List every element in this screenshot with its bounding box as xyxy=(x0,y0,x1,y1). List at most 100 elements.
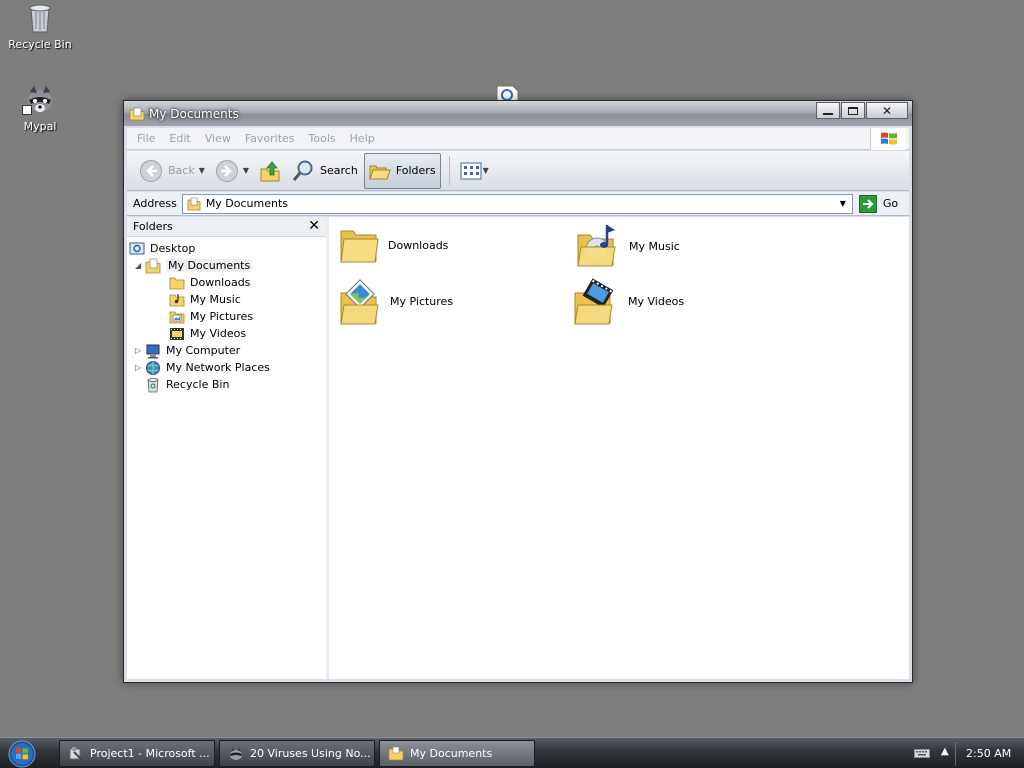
back-dropdown-icon[interactable]: ▼ xyxy=(199,166,205,175)
address-dropdown-icon[interactable]: ▼ xyxy=(836,197,850,211)
close-pane-icon[interactable]: ✕ xyxy=(308,218,320,234)
task-button-project1[interactable]: Project1 - Microsoft ... xyxy=(59,740,215,767)
explorer-window[interactable]: My Documents ✕ File Edit View Favorites … xyxy=(123,100,913,683)
task-label: My Documents xyxy=(410,747,493,760)
menu-tools[interactable]: Tools xyxy=(309,132,336,145)
item-label: My Pictures xyxy=(390,294,454,308)
item-label: My Videos xyxy=(628,294,685,308)
expand-icon[interactable]: ▷ xyxy=(135,346,145,355)
folders-label: Folders xyxy=(395,164,436,177)
menu-favorites[interactable]: Favorites xyxy=(245,132,295,145)
desktop-icon-label: Recycle Bin xyxy=(8,38,72,51)
menu-help[interactable]: Help xyxy=(350,132,375,145)
taskbar: Project1 - Microsoft ... 20 Viruses Usin… xyxy=(0,737,1024,768)
title-bar[interactable]: My Documents ✕ xyxy=(124,101,912,126)
views-dropdown-icon[interactable]: ▼ xyxy=(483,166,489,175)
document-ie-icon[interactable] xyxy=(496,85,520,102)
up-folder-button[interactable] xyxy=(255,153,285,189)
tree-item-my-documents[interactable]: ◢ My Documents xyxy=(135,257,253,274)
window-content: Folders ✕ Desktop ◢ My Documents Downloa… xyxy=(127,217,909,679)
menu-file[interactable]: File xyxy=(137,132,155,145)
windows-logo-icon xyxy=(870,128,906,150)
back-label: Back xyxy=(168,164,195,177)
vb-project-icon xyxy=(69,746,83,761)
address-bar: Address My Documents ▼ Go xyxy=(127,192,909,216)
clock[interactable]: 2:50 AM xyxy=(966,747,1011,760)
close-button[interactable]: ✕ xyxy=(866,102,908,119)
forward-dropdown-icon[interactable]: ▼ xyxy=(243,166,249,175)
search-icon xyxy=(292,160,313,181)
tree-item-downloads[interactable]: Downloads xyxy=(169,274,250,291)
my-documents-icon xyxy=(187,197,201,210)
computer-icon xyxy=(146,344,160,358)
browser-icon xyxy=(230,746,242,760)
menu-edit[interactable]: Edit xyxy=(169,132,190,145)
show-hidden-icons-icon[interactable]: ▲ xyxy=(941,746,949,757)
my-documents-icon xyxy=(145,258,161,273)
recycle-bin-icon xyxy=(29,4,51,33)
task-label: Project1 - Microsoft ... xyxy=(90,747,210,760)
tree-item-my-network-places[interactable]: ▷ My Network Places xyxy=(135,359,270,376)
forward-button[interactable]: ▼ xyxy=(211,153,253,189)
item-label: My Music xyxy=(629,239,680,253)
desktop-icon xyxy=(129,242,145,254)
collapse-icon[interactable]: ◢ xyxy=(135,261,145,270)
minimize-button[interactable] xyxy=(816,102,840,119)
search-label: Search xyxy=(320,164,358,177)
back-button[interactable]: Back ▼ xyxy=(135,153,209,189)
start-button[interactable] xyxy=(7,740,37,768)
tree-item-my-pictures[interactable]: My Pictures xyxy=(169,308,253,325)
close-icon: ✕ xyxy=(881,103,893,118)
network-icon xyxy=(146,360,160,375)
videos-folder-icon xyxy=(574,278,614,325)
views-icon xyxy=(460,162,482,179)
desktop-icon-label: Mypal xyxy=(23,120,57,133)
search-button[interactable]: Search xyxy=(287,153,362,189)
folders-pane-title: Folders xyxy=(133,220,173,233)
address-field[interactable]: My Documents ▼ xyxy=(181,193,853,214)
tray-separator xyxy=(955,742,956,766)
up-folder-icon xyxy=(260,160,280,181)
folders-pane-header: Folders ✕ xyxy=(127,217,326,237)
folders-icon xyxy=(369,165,391,179)
maximize-button[interactable] xyxy=(841,102,865,119)
folders-button[interactable]: Folders xyxy=(363,152,441,189)
back-arrow-icon xyxy=(140,159,162,182)
folders-pane: Folders ✕ Desktop ◢ My Documents Downloa… xyxy=(127,217,329,679)
address-value: My Documents xyxy=(205,197,289,210)
file-view[interactable]: Downloads My Music My Pictures My Videos xyxy=(332,217,909,679)
go-button[interactable]: Go xyxy=(858,194,899,213)
start-orb-icon xyxy=(8,740,36,768)
item-downloads[interactable]: Downloads xyxy=(338,225,448,265)
task-button-browser[interactable]: 20 Viruses Using No... xyxy=(219,740,375,767)
item-my-music[interactable]: My Music xyxy=(575,223,680,269)
task-label: 20 Viruses Using No... xyxy=(250,747,371,760)
item-my-videos[interactable]: My Videos xyxy=(572,277,684,325)
desktop-icon-recycle-bin[interactable]: Recycle Bin xyxy=(0,2,80,51)
go-label: Go xyxy=(882,197,899,210)
videos-folder-icon xyxy=(170,327,184,340)
item-my-pictures[interactable]: My Pictures xyxy=(338,277,453,325)
menu-bar: File Edit View Favorites Tools Help xyxy=(127,128,909,150)
menu-view[interactable]: View xyxy=(205,132,231,145)
expand-icon[interactable]: ▷ xyxy=(135,363,145,372)
music-folder-icon xyxy=(577,225,616,267)
folder-icon xyxy=(388,746,404,760)
tree-item-desktop[interactable]: Desktop xyxy=(129,240,195,257)
standard-toolbar: Back ▼ ▼ Search Folders ▼ xyxy=(127,151,909,191)
minimize-icon xyxy=(823,112,833,115)
tree-item-my-videos[interactable]: My Videos xyxy=(169,325,246,342)
task-button-my-documents[interactable]: My Documents xyxy=(379,740,535,767)
folder-icon xyxy=(340,230,379,263)
desktop-icon-mypal[interactable]: Mypal xyxy=(0,84,80,133)
forward-arrow-icon xyxy=(215,159,238,182)
restore-icon xyxy=(848,106,858,115)
keyboard-icon[interactable] xyxy=(914,747,930,762)
tree-item-recycle-bin[interactable]: Recycle Bin xyxy=(145,376,229,393)
music-folder-icon xyxy=(169,293,185,306)
tree-item-my-computer[interactable]: ▷ My Computer xyxy=(135,342,240,359)
tree-item-my-music[interactable]: My Music xyxy=(169,291,241,308)
item-label: Downloads xyxy=(388,238,449,252)
recycle-bin-icon xyxy=(147,377,159,392)
views-button[interactable]: ▼ xyxy=(456,153,493,189)
